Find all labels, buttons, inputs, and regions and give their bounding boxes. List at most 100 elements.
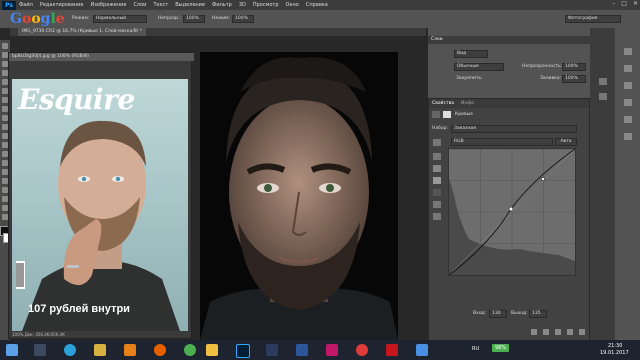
language-indicator[interactable]: RU [472,346,479,352]
magazine-document-window[interactable]: bp8U3tgS0J4.jpg @ 100% (RGB/8) Esquire 1… [8,52,194,339]
collapsed-panels-strip [590,28,615,340]
properties-footer [433,329,585,337]
eyedropper-white-icon[interactable] [433,177,441,184]
output-label: Выход: [511,311,528,316]
move-tool-icon[interactable] [2,43,8,49]
menu-select[interactable]: Выделение [175,2,205,8]
chrome-icon[interactable] [184,344,196,356]
curve-pencil-tool-icon[interactable] [433,201,441,208]
menu-edit[interactable]: Редактирование [40,2,84,8]
acrobat-icon[interactable] [386,344,398,356]
paragraph-panel-icon[interactable] [623,133,632,140]
layer-opacity-label: Непрозрачность: [522,64,563,69]
adjustments-panel-icon[interactable] [623,82,632,89]
lightroom-icon[interactable] [266,344,278,356]
auto-button[interactable]: Авто [555,138,577,146]
mode-label: Режим: [72,16,90,21]
properties-title: Кривые [455,112,473,117]
view-previous-icon[interactable] [543,329,549,335]
layers-filter-select[interactable]: Вид [454,50,488,58]
maximize-icon[interactable]: □ [621,0,627,7]
magazine-window-title[interactable]: bp8U3tgS0J4.jpg @ 100% (RGB/8) [9,53,194,61]
eyedropper-gray-icon[interactable] [433,165,441,172]
properties-tab-bar: Свойства Инфо [429,99,589,108]
esquire-cover-image: Esquire 107 рублей внутри [12,79,188,331]
explorer-icon[interactable] [206,344,218,356]
menu-type[interactable]: Текст [153,2,168,8]
mask-icon[interactable] [443,111,451,118]
brush-panel-icon[interactable] [623,116,632,123]
curve-control-point[interactable] [508,206,514,212]
opacity-field[interactable]: 100% [183,15,205,23]
preset-select[interactable]: Заказная [451,125,577,133]
layer-opacity-field[interactable]: 100% [562,63,586,71]
windows-taskbar: RU 98% 21:30 19.01.2017 [0,340,640,360]
portrait-illustration [200,52,398,340]
workspace-select[interactable]: Фотография [565,15,621,23]
photoshop-logo-icon: Ps [2,0,16,10]
firefox-icon[interactable] [154,344,166,356]
delete-icon[interactable] [579,329,585,335]
yandex-icon[interactable] [356,344,368,356]
clock-time[interactable]: 21:30 [608,343,622,349]
menu-window[interactable]: Окно [286,2,299,8]
input-field[interactable]: 130 [489,310,507,318]
battery-indicator[interactable]: 98% [492,344,510,352]
smooth-curve-icon[interactable] [433,213,441,220]
channel-select[interactable]: RGB [451,138,553,146]
target-adjust-icon[interactable] [433,139,441,146]
fill-label: Заливка: [540,76,562,81]
curves-graph[interactable] [448,148,576,276]
curves-graph-svg [448,148,576,276]
telegram-icon[interactable] [64,344,76,356]
options-bar: Режим: Нормальный Непрозр.: 100% Нажим: … [0,10,640,29]
menu-3d[interactable]: 3D [239,2,246,8]
clock-date[interactable]: 19.01.2017 [600,350,629,356]
visibility-icon[interactable] [567,329,573,335]
right-icons-column [615,28,640,340]
tab-info[interactable]: Инфо [461,101,474,106]
menu-file[interactable]: Файл [19,2,33,8]
cover-price-text: 107 рублей внутри [28,303,130,315]
curve-control-point[interactable] [541,177,545,181]
actions-panel-icon[interactable] [598,93,607,100]
eyedropper-black-icon[interactable] [433,153,441,160]
menu-filter[interactable]: Фильтр [212,2,232,8]
close-icon[interactable]: ✕ [633,0,638,7]
word-icon[interactable] [296,344,308,356]
menu-layers[interactable]: Слои [133,2,146,8]
swatches-panel-icon[interactable] [623,65,632,72]
color-panel-icon[interactable] [623,48,632,55]
start-icon[interactable] [6,344,18,356]
files-icon[interactable] [94,344,106,356]
styles-panel-icon[interactable] [623,99,632,106]
menu-view[interactable]: Просмотр [253,2,279,8]
curve-point-tool-icon[interactable] [433,189,441,196]
output-field[interactable]: 135 [529,310,547,318]
document-tab[interactable]: IMG_9730.CR2 @ 16,7% (Кривые 1, Слой-мас… [18,28,147,36]
cover-illustration [16,120,180,331]
indesign-icon[interactable] [326,344,338,356]
history-panel-icon[interactable] [598,78,607,85]
cover-title: Esquire [18,83,135,116]
blend-mode-select[interactable]: Обычные [454,63,504,71]
fill-field[interactable]: 100% [562,75,586,83]
main-photo-canvas[interactable] [200,52,398,340]
window-controls: – □ ✕ [612,0,638,7]
vlc-icon[interactable] [124,344,136,356]
menu-help[interactable]: Справка [306,2,328,8]
photoshop-icon[interactable] [236,344,250,358]
search-icon[interactable] [34,344,46,356]
menu-image[interactable]: Изображение [90,2,126,8]
lock-label: Закрепить: [456,76,483,81]
tab-properties[interactable]: Свойства [432,101,454,106]
clip-to-layer-icon[interactable] [531,329,537,335]
mode-select[interactable]: Нормальный [93,15,147,23]
curves-adjustment-icon [432,111,440,118]
flow-field[interactable]: 100% [232,15,254,23]
minimize-icon[interactable]: – [612,0,615,7]
mail-icon[interactable] [416,344,428,356]
input-label: Вход: [473,311,487,316]
reset-icon[interactable] [555,329,561,335]
layers-tab[interactable]: Слои [428,36,590,44]
